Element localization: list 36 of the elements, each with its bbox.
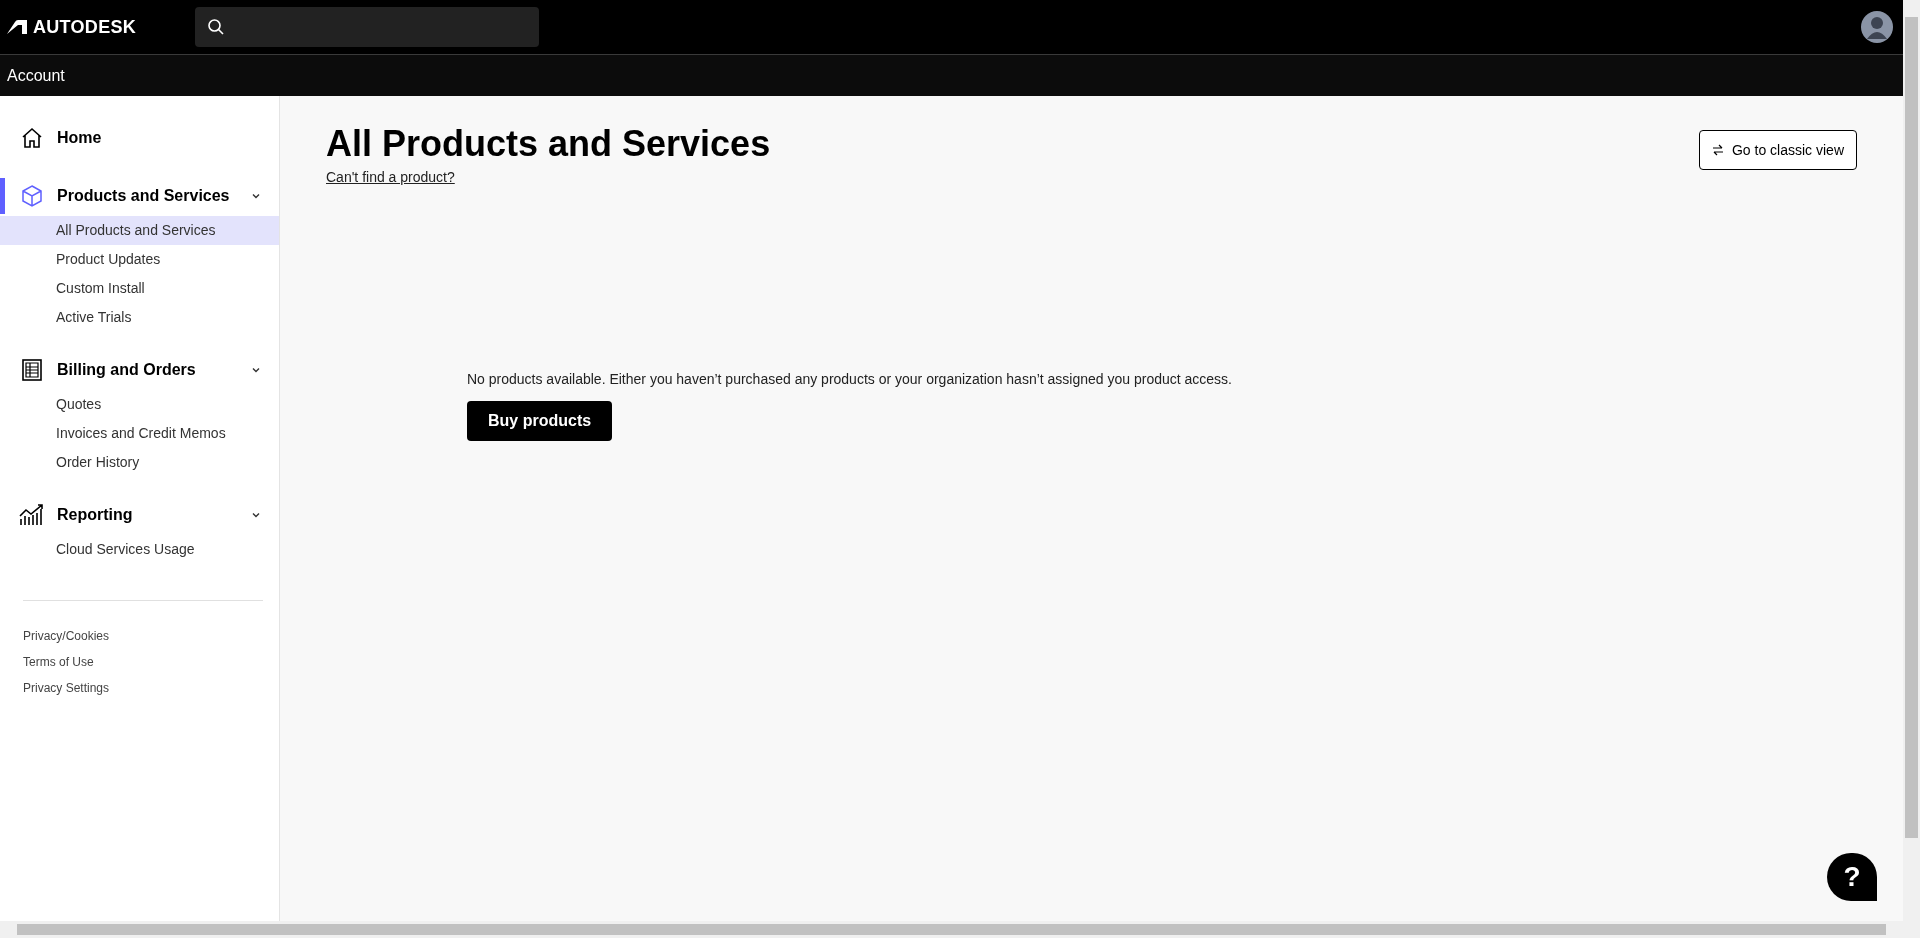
chevron-icon [251,365,261,375]
sidebar-item[interactable]: Order History [0,448,279,477]
sidebar-section[interactable]: Billing and Orders [0,350,279,390]
footer-link[interactable]: Privacy Settings [0,675,279,701]
footer-link[interactable]: Privacy/Cookies [0,623,279,649]
avatar-icon[interactable] [1861,11,1893,43]
sidebar-item[interactable]: Invoices and Credit Memos [0,419,279,448]
sidebar-section[interactable]: Products and Services [0,176,279,216]
search-icon [207,18,225,36]
sidebar-item[interactable]: Custom Install [0,274,279,303]
sidebar-item[interactable]: Product Updates [0,245,279,274]
sidebar-item[interactable]: Active Trials [0,303,279,332]
empty-message: No products available. Either you haven’t purchased any products or your organization hasn’t assigned you product access. [467,371,1233,387]
search-field[interactable] [195,7,539,47]
sidebar-item[interactable]: All Products and Services [0,216,279,245]
footer-link[interactable]: Terms of Use [0,649,279,675]
vertical-scrollbar[interactable] [1903,0,1920,938]
buy-products-button[interactable]: Buy products [467,401,613,441]
swap-arrows-icon [1711,144,1724,156]
page-title: All Products and Services [326,122,771,166]
ledger-icon [19,358,45,382]
bar-chart-icon [19,503,45,527]
help-link[interactable]: Can't find a product? [326,169,455,185]
classic-view-button[interactable]: Go to classic view [1698,130,1857,170]
sidebar-item[interactable]: Quotes [0,390,279,419]
logo-icon [7,20,27,34]
chevron-icon [251,191,261,201]
chevron-icon [251,510,261,520]
cube-icon [19,184,45,208]
sidebar-section[interactable]: Home [0,118,279,158]
account-title: Account [7,66,65,85]
logo-text: AUTODESK [33,16,137,38]
sidebar-item[interactable]: Cloud Services Usage [0,535,279,564]
sidebar-section[interactable]: Reporting [0,495,279,535]
help-button[interactable]: ? [1827,853,1877,901]
horizontal-scrollbar[interactable] [0,921,1903,938]
